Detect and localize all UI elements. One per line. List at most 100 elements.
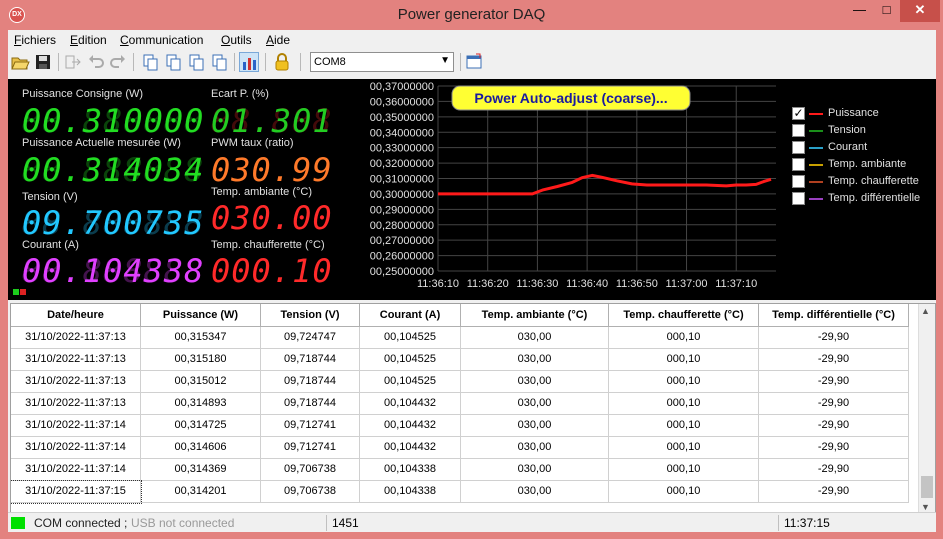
- table-cell[interactable]: 00,314606: [141, 437, 261, 459]
- table-cell[interactable]: 030,00: [461, 371, 609, 393]
- column-header[interactable]: Temp. différentielle (°C): [759, 304, 909, 327]
- scroll-up-icon[interactable]: ▲: [921, 306, 930, 316]
- lock-icon[interactable]: [272, 52, 292, 72]
- window-icon[interactable]: [464, 52, 484, 72]
- table-cell[interactable]: 00,104525: [360, 327, 461, 349]
- legend-checkbox[interactable]: [792, 141, 805, 154]
- open-folder-icon[interactable]: [10, 52, 30, 72]
- legend-item[interactable]: Temp. ambiante: [792, 156, 936, 173]
- table-cell[interactable]: 09,706738: [261, 481, 360, 503]
- table-cell[interactable]: 030,00: [461, 393, 609, 415]
- table-cell[interactable]: 31/10/2022-11:37:13: [11, 349, 141, 371]
- legend-checkbox[interactable]: [792, 175, 805, 188]
- vertical-scrollbar[interactable]: ▲ ▼: [918, 304, 935, 512]
- table-cell[interactable]: 000,10: [609, 437, 759, 459]
- table-cell[interactable]: 00,315180: [141, 349, 261, 371]
- save-icon[interactable]: [33, 52, 53, 72]
- table-cell[interactable]: 09,724747: [261, 327, 360, 349]
- legend-item[interactable]: Temp. chaufferette: [792, 173, 936, 190]
- table-cell[interactable]: 030,00: [461, 415, 609, 437]
- table-cell[interactable]: 00,104338: [360, 481, 461, 503]
- legend-checkbox[interactable]: ✓: [792, 107, 805, 120]
- table-cell[interactable]: 09,712741: [261, 415, 360, 437]
- table-cell[interactable]: 000,10: [609, 393, 759, 415]
- copy-icon[interactable]: [140, 52, 160, 72]
- table-cell[interactable]: 31/10/2022-11:37:14: [11, 415, 141, 437]
- table-cell[interactable]: 00,315347: [141, 327, 261, 349]
- com-port-select[interactable]: COM8 ▼: [310, 52, 454, 72]
- table-cell[interactable]: 000,10: [609, 349, 759, 371]
- table-cell[interactable]: 030,00: [461, 349, 609, 371]
- column-header[interactable]: Tension (V): [261, 304, 360, 327]
- minimize-button[interactable]: —: [846, 0, 873, 22]
- table-cell[interactable]: 030,00: [461, 459, 609, 481]
- copy-icon[interactable]: [163, 52, 183, 72]
- table-cell[interactable]: 00,104338: [360, 459, 461, 481]
- redo-icon[interactable]: [108, 52, 128, 72]
- table-cell[interactable]: -29,90: [759, 481, 909, 503]
- table-cell[interactable]: -29,90: [759, 349, 909, 371]
- export-icon[interactable]: [63, 52, 83, 72]
- column-header[interactable]: Date/heure: [11, 304, 141, 327]
- table-cell[interactable]: 00,315012: [141, 371, 261, 393]
- menu-aide[interactable]: Aide: [266, 33, 290, 47]
- table-cell[interactable]: 31/10/2022-11:37:14: [11, 459, 141, 481]
- close-button[interactable]: ✕: [900, 0, 940, 22]
- table-cell[interactable]: 09,712741: [261, 437, 360, 459]
- table-cell[interactable]: 09,718744: [261, 393, 360, 415]
- table-cell[interactable]: 31/10/2022-11:37:13: [11, 327, 141, 349]
- table-cell[interactable]: 00,314725: [141, 415, 261, 437]
- table-cell[interactable]: 000,10: [609, 459, 759, 481]
- menu-edition[interactable]: Edition: [70, 33, 107, 47]
- table-cell[interactable]: -29,90: [759, 459, 909, 481]
- table-cell[interactable]: -29,90: [759, 393, 909, 415]
- table-cell[interactable]: 030,00: [461, 481, 609, 503]
- table-cell[interactable]: 030,00: [461, 437, 609, 459]
- table-cell[interactable]: -29,90: [759, 371, 909, 393]
- table-cell[interactable]: 00,314201: [141, 481, 261, 503]
- legend-checkbox[interactable]: [792, 124, 805, 137]
- menu-outils[interactable]: Outils: [221, 33, 252, 47]
- column-header[interactable]: Courant (A): [360, 304, 461, 327]
- legend-checkbox[interactable]: [792, 158, 805, 171]
- table-cell[interactable]: 09,718744: [261, 349, 360, 371]
- table-cell[interactable]: 000,10: [609, 371, 759, 393]
- copy-icon[interactable]: [186, 52, 206, 72]
- table-cell[interactable]: 00,104432: [360, 393, 461, 415]
- table-cell[interactable]: 030,00: [461, 327, 609, 349]
- table-cell[interactable]: 00,104525: [360, 349, 461, 371]
- legend-item[interactable]: ✓ Puissance: [792, 105, 936, 122]
- table-cell[interactable]: 000,10: [609, 327, 759, 349]
- table-cell[interactable]: 00,104432: [360, 415, 461, 437]
- column-header[interactable]: Puissance (W): [141, 304, 261, 327]
- menu-communication[interactable]: Communication: [120, 33, 203, 47]
- table-cell[interactable]: 000,10: [609, 481, 759, 503]
- table-cell[interactable]: 00,104525: [360, 371, 461, 393]
- table-cell[interactable]: 31/10/2022-11:37:13: [11, 371, 141, 393]
- table-cell[interactable]: 000,10: [609, 415, 759, 437]
- column-header[interactable]: Temp. ambiante (°C): [461, 304, 609, 327]
- copy-icon[interactable]: [209, 52, 229, 72]
- title-bar[interactable]: DX Power generator DAQ — □ ✕: [0, 0, 943, 30]
- table-cell[interactable]: -29,90: [759, 437, 909, 459]
- table-cell[interactable]: 00,104432: [360, 437, 461, 459]
- table-cell[interactable]: 09,706738: [261, 459, 360, 481]
- scroll-down-icon[interactable]: ▼: [921, 502, 930, 512]
- column-header[interactable]: Temp. chaufferette (°C): [609, 304, 759, 327]
- scroll-thumb[interactable]: [921, 476, 933, 498]
- table-cell[interactable]: -29,90: [759, 327, 909, 349]
- legend-item[interactable]: Courant: [792, 139, 936, 156]
- undo-icon[interactable]: [86, 52, 106, 72]
- table-cell[interactable]: 09,718744: [261, 371, 360, 393]
- legend-item[interactable]: Tension: [792, 122, 936, 139]
- table-cell[interactable]: -29,90: [759, 415, 909, 437]
- table-cell[interactable]: 31/10/2022-11:37:14: [11, 437, 141, 459]
- maximize-button[interactable]: □: [873, 0, 900, 22]
- legend-checkbox[interactable]: [792, 192, 805, 205]
- chart-toggle-icon[interactable]: [239, 52, 259, 72]
- table-cell[interactable]: 31/10/2022-11:37:15: [11, 480, 142, 504]
- table-cell[interactable]: 00,314369: [141, 459, 261, 481]
- legend-item[interactable]: Temp. différentielle: [792, 190, 936, 207]
- table-cell[interactable]: 31/10/2022-11:37:13: [11, 393, 141, 415]
- menu-fichiers[interactable]: Fichiers: [14, 33, 56, 47]
